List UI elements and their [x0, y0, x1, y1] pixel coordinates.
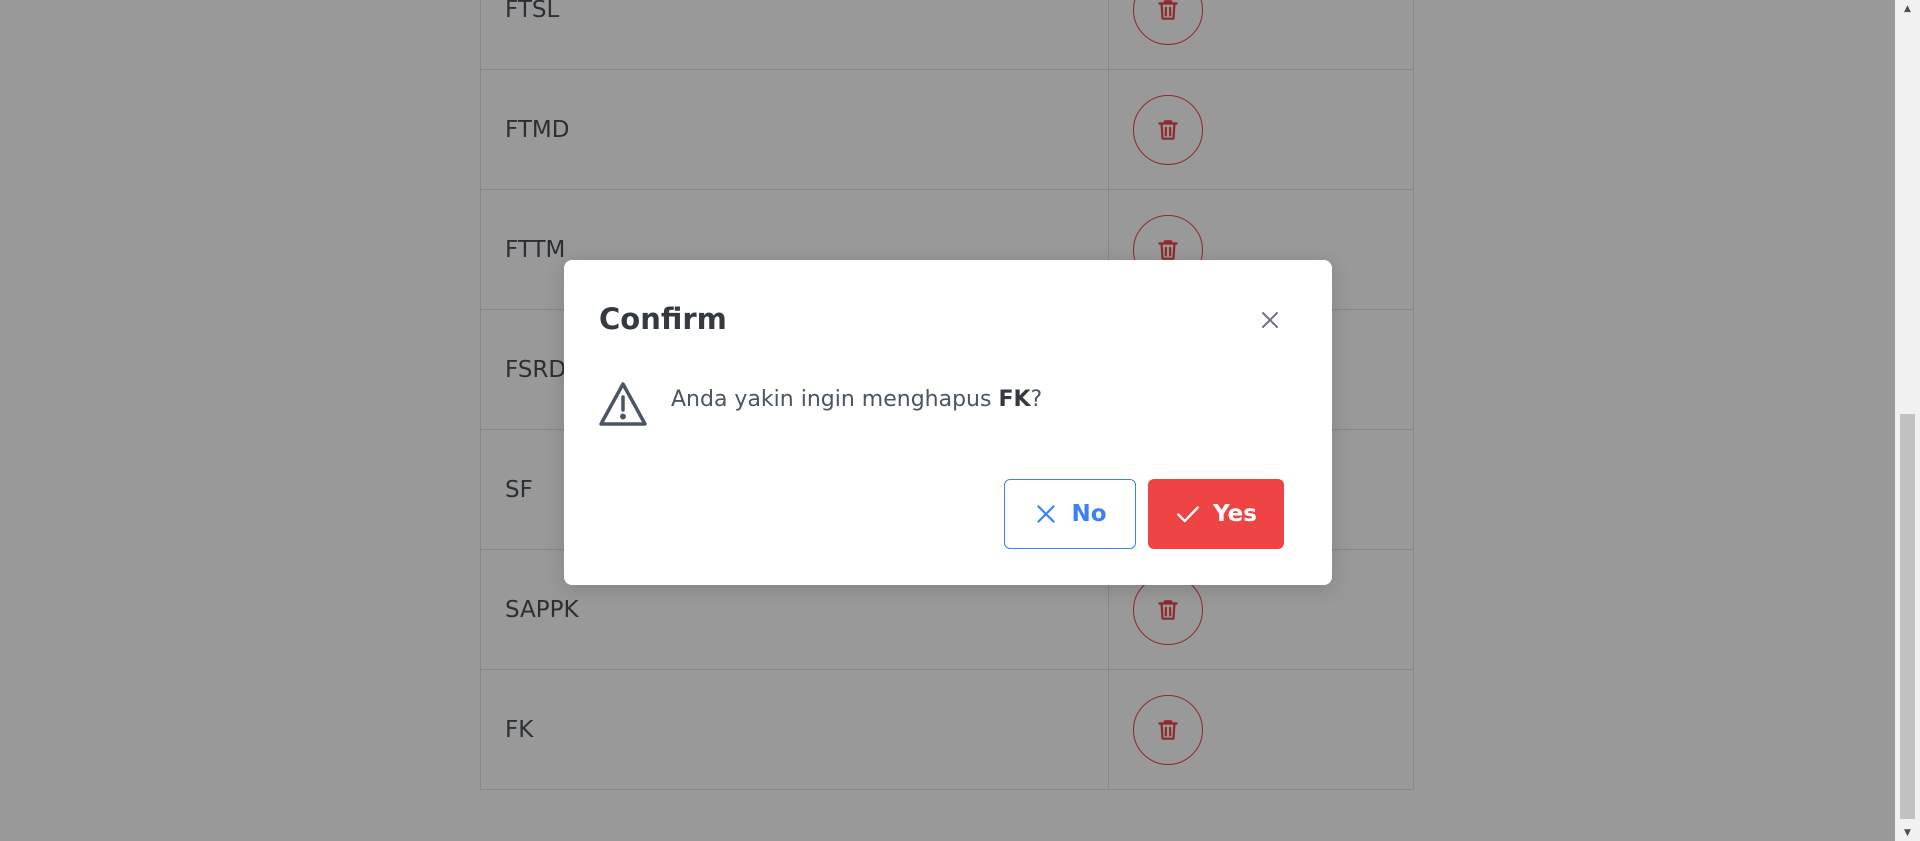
vertical-scrollbar[interactable]: ▲ ▼	[1895, 0, 1920, 841]
check-icon	[1177, 506, 1200, 523]
scroll-down-icon[interactable]: ▼	[1895, 824, 1920, 841]
confirm-dialog: Confirm Anda yakin ingin menghapus FK? N…	[564, 260, 1332, 585]
page: FTSL FTMD FTTM FSRD SF SAPPK FK Confirm …	[0, 0, 1895, 841]
message-prefix: Anda yakin ingin menghapus	[671, 387, 999, 412]
no-button[interactable]: No	[1004, 479, 1136, 549]
scroll-up-icon[interactable]: ▲	[1895, 0, 1920, 17]
message-target: FK	[998, 387, 1031, 412]
dialog-title: Confirm	[599, 302, 727, 336]
no-button-label: No	[1071, 501, 1107, 527]
close-icon	[1262, 312, 1278, 328]
x-icon	[1037, 505, 1056, 523]
yes-button-label: Yes	[1213, 501, 1257, 527]
dialog-message: Anda yakin ingin menghapus FK?	[671, 387, 1042, 412]
scrollbar-thumb[interactable]	[1900, 414, 1915, 819]
warning-triangle-icon	[599, 382, 647, 426]
close-button[interactable]	[1250, 300, 1290, 340]
message-suffix: ?	[1030, 387, 1043, 412]
yes-button[interactable]: Yes	[1148, 479, 1284, 549]
